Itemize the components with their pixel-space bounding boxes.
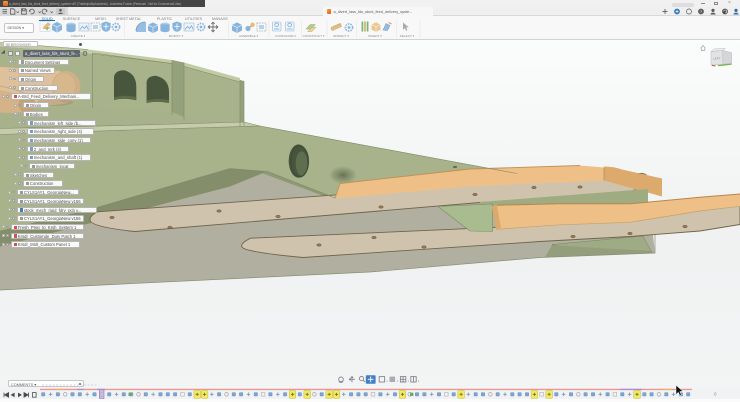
svg-text:LEFT: LEFT [713,57,721,61]
svg-text:0: 0 [714,392,717,397]
